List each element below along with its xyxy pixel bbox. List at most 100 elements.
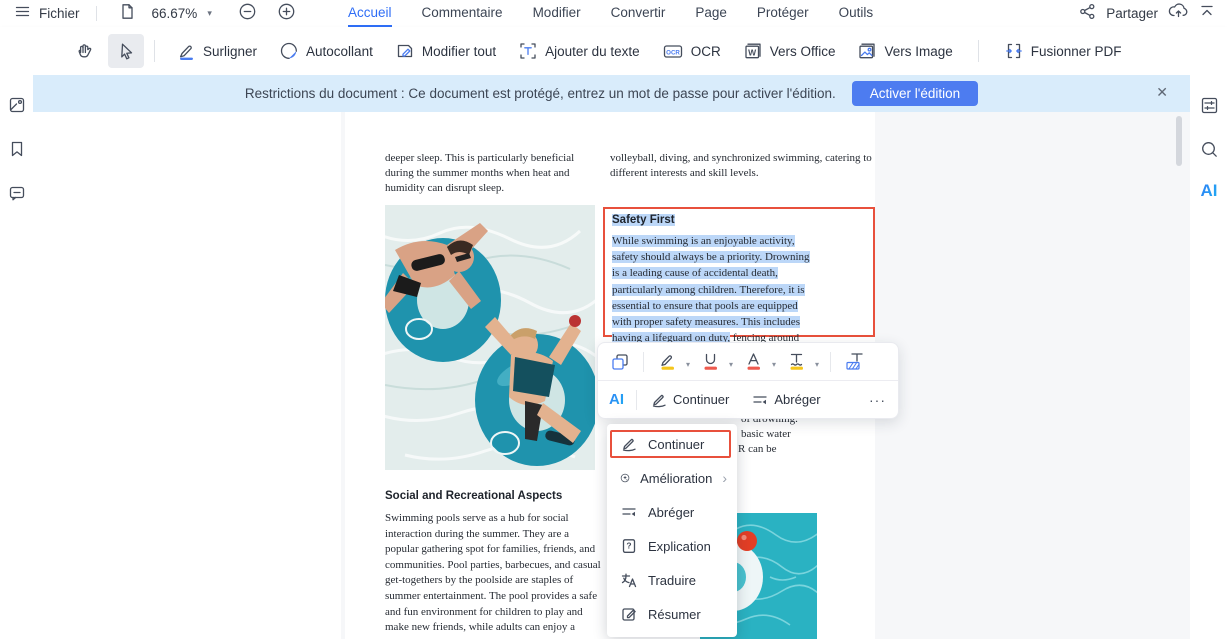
selection-heading: Safety First [612, 214, 675, 226]
separator [636, 389, 637, 410]
menubar: Fichier 66.67% ▾ Accueil Commentaire Mod… [0, 0, 1227, 27]
menubar-left: Fichier 66.67% ▾ [0, 2, 296, 26]
ai-context-menu: Continuer Amélioration › Abréger ? Expli… [607, 424, 737, 637]
explain-icon: ? [622, 539, 636, 553]
zoom-caret-icon[interactable]: ▾ [207, 8, 212, 19]
pool-photo [385, 205, 595, 470]
enable-editing-button[interactable]: Activer l'édition [851, 81, 979, 106]
toolbar: Surligner Autocollant Modifier tout Ajou… [0, 27, 1227, 76]
merge-pdf-button[interactable]: Fusionner PDF [993, 34, 1133, 68]
comments-panel-icon[interactable] [7, 183, 27, 203]
ocr-button[interactable]: OCR OCR [651, 34, 732, 68]
to-image-button[interactable]: Vers Image [846, 34, 963, 68]
to-office-label: Vers Office [769, 43, 836, 59]
floating-toolbar: ▾ ▾ ▾ ▾ AI Continuer Abréger ··· [597, 342, 899, 419]
menu-item-amelioration[interactable]: Amélioration › [607, 461, 737, 495]
tab-page[interactable]: Page [695, 0, 727, 27]
sticker-label: Autocollant [306, 43, 373, 59]
tab-outils[interactable]: Outils [839, 0, 874, 27]
caret-down-icon[interactable]: ▾ [772, 360, 776, 369]
properties-panel-icon[interactable] [1199, 95, 1219, 115]
selected-line: particularly among children. Therefore, … [612, 283, 805, 296]
ai-assistant-icon[interactable]: AI [1199, 181, 1219, 201]
annotation-row: ▾ ▾ ▾ ▾ [598, 343, 898, 381]
tab-proteger[interactable]: Protéger [757, 0, 809, 27]
select-tool-button[interactable] [108, 34, 144, 68]
menu-item-label: Amélioration [640, 470, 713, 486]
chevron-right-icon: › [722, 470, 727, 486]
menu-item-label: Traduire [648, 572, 696, 588]
add-text-button[interactable]: Ajouter du texte [507, 34, 651, 68]
tab-convertir[interactable]: Convertir [611, 0, 666, 27]
page-previous [33, 112, 341, 639]
ribbon-tabs: Accueil Commentaire Modifier Convertir P… [348, 0, 873, 27]
strikeout-annotation-icon[interactable] [739, 351, 768, 372]
selected-line: safety should always be a priority. Drow… [612, 251, 810, 264]
paragraph-sleep: deeper sleep. This is particularly benef… [385, 152, 575, 194]
zoom-in-button[interactable] [277, 2, 296, 26]
underline-annotation-icon[interactable] [696, 351, 725, 372]
selected-text-box[interactable]: Safety First While swimming is an enjoya… [603, 207, 875, 345]
shorten-label: Abréger [774, 392, 821, 407]
menubar-right: Partager [1079, 0, 1215, 27]
shorten-icon [622, 508, 636, 517]
ai-logo[interactable]: AI [606, 391, 627, 408]
ocr-label: OCR [690, 43, 721, 59]
highlight-annotation-icon[interactable] [653, 351, 682, 372]
close-banner-icon[interactable]: ✕ [1156, 84, 1168, 101]
add-text-label: Ajouter du texte [545, 43, 640, 59]
menu-item-label: Continuer [648, 436, 705, 452]
menu-item-label: Résumer [648, 606, 701, 622]
caret-down-icon[interactable]: ▾ [686, 360, 690, 369]
share-icon[interactable] [1079, 3, 1096, 25]
squiggly-annotation-icon[interactable] [782, 351, 811, 372]
zoom-out-button[interactable] [238, 2, 257, 26]
ai-continue-button[interactable]: Continuer [646, 391, 733, 409]
edit-all-button[interactable]: Modifier tout [384, 34, 507, 68]
area-highlight-icon[interactable] [840, 351, 870, 372]
hamburger-menu-icon[interactable] [14, 3, 31, 25]
menu-item-continuer[interactable]: Continuer [607, 427, 737, 461]
ai-shorten-button[interactable]: Abréger [747, 391, 824, 409]
collapse-toolbar-icon[interactable] [1199, 3, 1215, 24]
ai-row: AI Continuer Abréger ··· [598, 381, 898, 418]
caret-down-icon[interactable]: ▾ [729, 360, 733, 369]
svg-text:W: W [748, 47, 757, 57]
menu-item-abreger[interactable]: Abréger [607, 495, 737, 529]
text-fragment: basic water [741, 428, 791, 440]
restriction-message: Restrictions du document : Ce document e… [244, 86, 836, 101]
vertical-scrollbar[interactable] [1176, 116, 1182, 166]
separator [154, 40, 155, 62]
tab-commentaire[interactable]: Commentaire [422, 0, 503, 27]
highlight-button[interactable]: Surligner [165, 34, 268, 68]
cloud-upload-icon[interactable] [1168, 2, 1189, 25]
summarize-icon [622, 608, 636, 621]
paragraph-sports: volleyball, diving, and synchronized swi… [610, 152, 872, 179]
left-sidebar [0, 75, 33, 639]
to-office-button[interactable]: W Vers Office [732, 34, 847, 68]
menu-item-explication[interactable]: ? Explication [607, 529, 737, 563]
tab-modifier[interactable]: Modifier [533, 0, 581, 27]
share-button[interactable]: Partager [1106, 6, 1158, 21]
thumbnails-panel-icon[interactable] [7, 95, 27, 115]
search-icon[interactable] [1199, 139, 1219, 159]
copy-icon[interactable] [606, 352, 634, 372]
zoom-level[interactable]: 66.67% [152, 6, 198, 21]
page-fit-icon[interactable] [119, 3, 136, 25]
edit-all-label: Modifier tout [421, 43, 497, 59]
restriction-banner: Restrictions du document : Ce document e… [33, 75, 1190, 112]
pdf-editor-window: Fichier 66.67% ▾ Accueil Commentaire Mod… [0, 0, 1227, 639]
hand-tool-button[interactable] [66, 34, 102, 68]
menu-item-resumer[interactable]: Résumer [607, 597, 737, 631]
menu-item-label: Abréger [648, 504, 695, 520]
caret-down-icon[interactable]: ▾ [815, 360, 819, 369]
menu-item-traduire[interactable]: Traduire [607, 563, 737, 597]
magic-wand-icon [620, 473, 630, 483]
sticker-button[interactable]: Autocollant [268, 34, 384, 68]
more-options-icon[interactable]: ··· [869, 392, 890, 408]
separator [977, 40, 979, 62]
file-menu[interactable]: Fichier [39, 6, 80, 21]
right-sidebar: AI [1190, 75, 1227, 639]
bookmarks-panel-icon[interactable] [7, 139, 27, 159]
tab-accueil[interactable]: Accueil [348, 0, 392, 27]
